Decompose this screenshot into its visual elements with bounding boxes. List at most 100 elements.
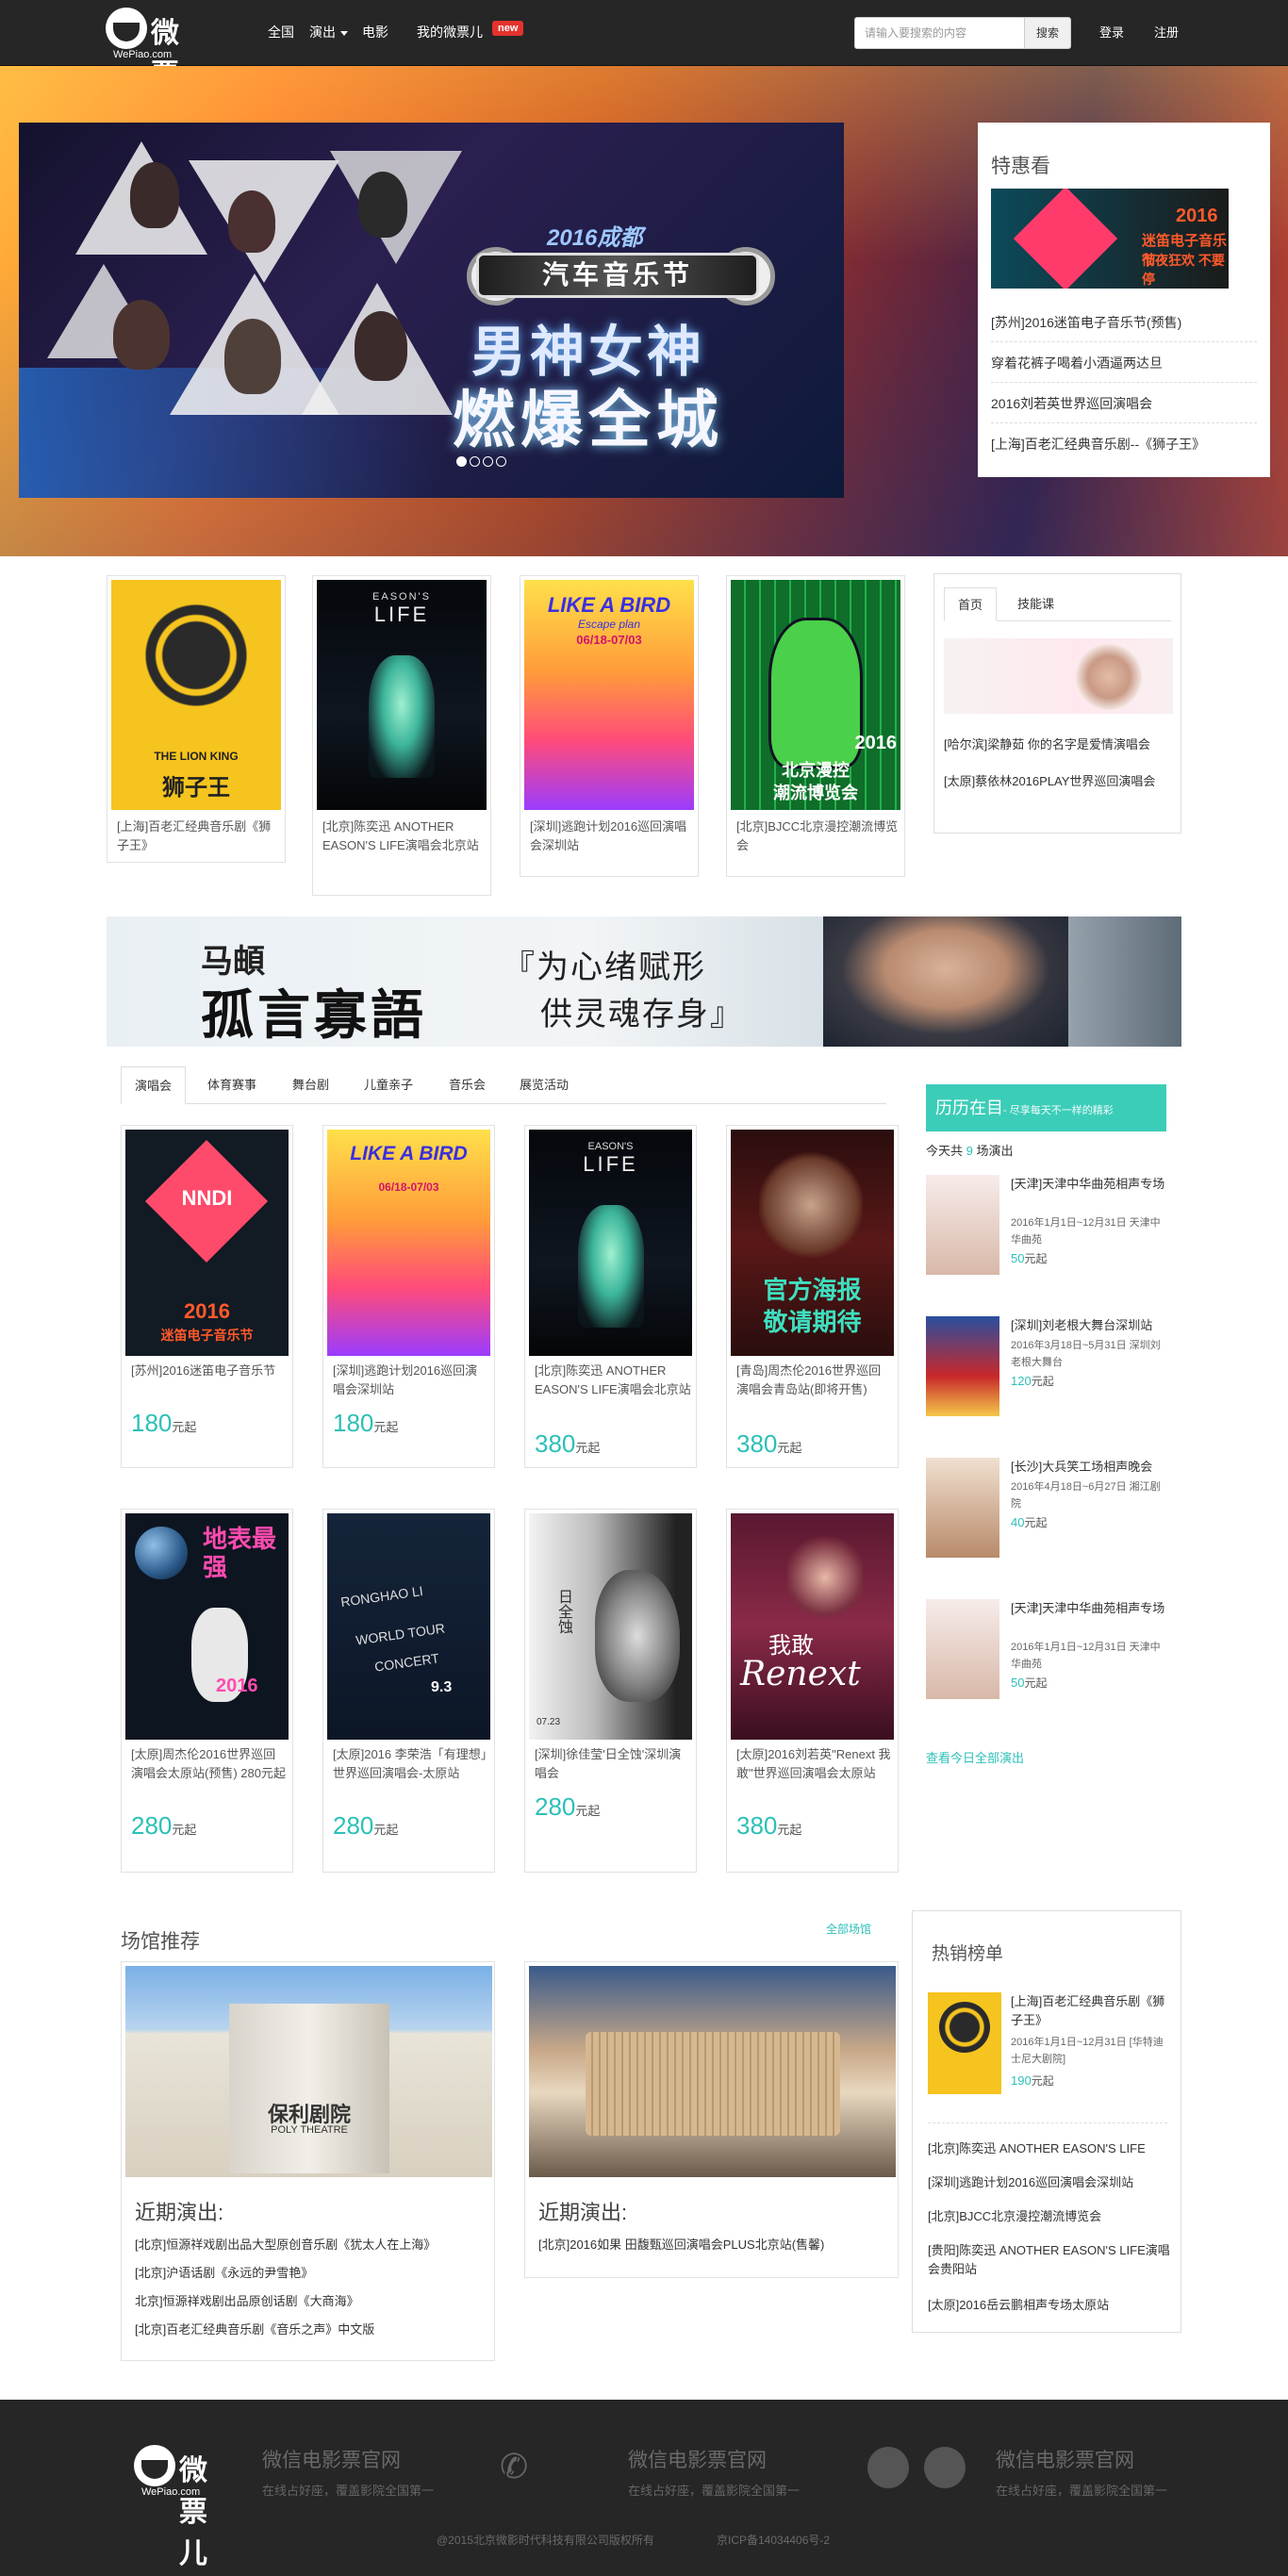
- tab-kids[interactable]: 儿童亲子: [351, 1066, 426, 1104]
- show-card-caption: [北京]BJCC北京漫控潮流博览会: [736, 819, 899, 852]
- poster-renext: Renext 我敢: [731, 1513, 894, 1740]
- show-card[interactable]: 日全蚀 07.23 [深圳]徐佳莹'日全蚀'深圳演唱会 280元起: [524, 1509, 697, 1873]
- special-item[interactable]: [上海]百老汇经典音乐剧--《狮子王》: [991, 423, 1257, 463]
- weibo-icon[interactable]: [924, 2447, 966, 2488]
- banner-slogan-2: 供灵魂存身』: [540, 996, 744, 1033]
- hero-slide[interactable]: 2016成都 汽车音乐节 男神女神 燃爆全城: [19, 123, 844, 498]
- side-tab-item[interactable]: [太原]蔡依林2016PLAY世界巡回演唱会: [944, 772, 1173, 791]
- hot-top-price-unit: 元起: [1031, 2074, 1054, 2088]
- today-item-title: [长沙]大兵笑工场相声晚会: [1011, 1460, 1153, 1474]
- side-tab-image[interactable]: [944, 638, 1173, 714]
- banner-album: 孤言寡語: [201, 984, 427, 1047]
- hot-list-item[interactable]: [北京]BJCC北京漫控潮流博览会: [928, 2207, 1173, 2226]
- hot-top-image[interactable]: [928, 1992, 1001, 2094]
- tab-concert[interactable]: 演唱会: [121, 1066, 187, 1104]
- today-item-price-unit: 元起: [1024, 1676, 1048, 1690]
- today-item[interactable]: [长沙]大兵笑工场相声晚会 2016年4月18日~6月27日 湘江剧院 40元起: [926, 1458, 1166, 1561]
- show-card-caption: [深圳]逃跑计划2016巡回演唱会深圳站: [530, 819, 687, 852]
- nav-city-select[interactable]: 全国: [268, 23, 294, 41]
- earth-shape: [135, 1527, 188, 1579]
- show-card[interactable]: 地表最强 2016 [太原]周杰伦2016世界巡回演唱会太原站(预售) 280元…: [121, 1509, 293, 1873]
- special-item[interactable]: 2016刘若英世界巡回演唱会: [991, 383, 1257, 423]
- search-input[interactable]: 请输入要搜索的内容: [854, 17, 1026, 49]
- nav-my-account[interactable]: 我的微票儿: [417, 23, 483, 41]
- site-logo[interactable]: 微票儿 WePiao.com: [106, 8, 209, 133]
- tab-exhibition[interactable]: 展览活动: [506, 1066, 582, 1104]
- artist-photo: [228, 190, 275, 253]
- venue-show-item[interactable]: [北京]沪语话剧《永远的尹雪艳》: [135, 2264, 313, 2283]
- show-price: 280元起: [333, 1811, 398, 1841]
- show-card[interactable]: NNDI 2016 迷笛电子音乐节 [苏州]2016迷笛电子音乐节 180元起: [121, 1125, 293, 1468]
- show-price: 380元起: [535, 1429, 600, 1459]
- search-button[interactable]: 搜索: [1024, 17, 1071, 49]
- slider-dot[interactable]: [470, 456, 480, 467]
- hot-list-item[interactable]: [深圳]逃跑计划2016巡回演唱会深圳站: [928, 2173, 1173, 2192]
- phone-icon: ✆: [500, 2447, 529, 2485]
- hot-list-item[interactable]: [贵阳]陈奕迅 ANOTHER EASON'S LIFE演唱会贵阳站: [928, 2241, 1173, 2279]
- new-badge: new: [492, 21, 524, 36]
- show-card[interactable]: 官方海报 敬请期待 [青岛]周杰伦2016世界巡回演唱会青岛站(即将开售) 38…: [726, 1125, 899, 1468]
- logo-face-icon: [106, 8, 147, 49]
- poster-text: 06/18-07/03: [378, 1181, 439, 1194]
- special-item[interactable]: 穿着花裤子喝着小酒逼两达旦: [991, 342, 1257, 383]
- show-price: 280元起: [535, 1792, 600, 1822]
- venue-card[interactable]: 近期演出: [北京]2016如果 田馥甄巡回演唱会PLUS北京站(售馨): [524, 1961, 899, 2278]
- show-card[interactable]: LIKE A BIRD 06/18-07/03 [深圳]逃跑计划2016巡回演唱…: [322, 1125, 495, 1468]
- logo-face-icon: [134, 2445, 175, 2486]
- special-promo-image[interactable]: 2016 迷笛电子音乐节 彻夜狂欢 不要停: [991, 189, 1229, 289]
- show-card[interactable]: THE LION KING 狮子王 [上海]百老汇经典音乐剧《狮子王》: [107, 575, 286, 863]
- hot-list-item[interactable]: [北京]陈奕迅 ANOTHER EASON'S LIFE: [928, 2139, 1173, 2158]
- wechat-icon[interactable]: [867, 2447, 909, 2488]
- all-venues-link[interactable]: 全部场馆: [826, 1921, 871, 1937]
- show-card[interactable]: 2016 北京漫控 潮流博览会 [北京]BJCC北京漫控潮流博览会: [726, 575, 905, 877]
- poster-text: LIFE: [373, 603, 430, 626]
- today-item[interactable]: [天津]天津中华曲苑相声专场 2016年1月1日~12月31日 天津中华曲苑 5…: [926, 1599, 1166, 1703]
- poster-text: EASON'S: [372, 591, 431, 603]
- today-item[interactable]: [天津]天津中华曲苑相声专场 2016年1月1日~12月31日 天津中华曲苑 5…: [926, 1175, 1166, 1279]
- hot-list-item[interactable]: [太原]2016岳云鹏相声专场太原站: [928, 2296, 1173, 2315]
- special-item[interactable]: [苏州]2016迷笛电子音乐节(预售): [991, 302, 1257, 342]
- side-tab-item[interactable]: [哈尔滨]梁静茹 你的名字是爱情演唱会: [944, 735, 1173, 752]
- show-price-unit: 元起: [575, 1804, 601, 1818]
- footer-col-title: 微信电影票官网: [628, 2450, 767, 2471]
- today-item[interactable]: [深圳]刘老根大舞台深圳站 2016年3月18日~5月31日 深圳刘老根大舞台 …: [926, 1316, 1166, 1420]
- footer-logo[interactable]: 微票儿 WePiao.com: [134, 2445, 238, 2570]
- venue-image-arena: [529, 1966, 896, 2177]
- venue-card[interactable]: 保利剧院 POLY THEATRE 近期演出: [北京]恒源祥戏剧出品大型原创音…: [121, 1961, 495, 2361]
- show-card[interactable]: Renext 我敢 [太原]2016刘若英"Renext 我敢"世界巡回演唱会太…: [726, 1509, 899, 1873]
- poster-jay-world: 地表最强 2016: [125, 1513, 289, 1740]
- tab-skills[interactable]: 技能课: [1004, 587, 1067, 621]
- venue-show-item[interactable]: 北京]恒源祥戏剧出品原创话剧《大商海》: [135, 2292, 359, 2311]
- lion-mark: [138, 597, 255, 714]
- show-price-value: 380: [736, 1811, 778, 1840]
- venue-show-item[interactable]: [北京]2016如果 田馥甄巡回演唱会PLUS北京站(售馨): [538, 2236, 824, 2254]
- promo-sub: 彻夜狂欢 不要停: [1142, 253, 1225, 287]
- show-price: 380元起: [736, 1429, 801, 1459]
- slider-dot[interactable]: [483, 456, 493, 467]
- poster-text: 潮流博览会: [773, 784, 858, 802]
- artist-photo: [224, 319, 281, 394]
- tab-home[interactable]: 首页: [944, 587, 998, 621]
- icp-number[interactable]: 京ICP备14034406号-2: [717, 2532, 830, 2548]
- poster-text: 2016: [216, 1676, 258, 1696]
- poster-bjcc: 2016 北京漫控 潮流博览会: [731, 580, 900, 810]
- login-link[interactable]: 登录: [1099, 23, 1124, 41]
- show-card[interactable]: LIKE A BIRD Escape plan 06/18-07/03 [深圳]…: [520, 575, 699, 877]
- tab-sports[interactable]: 体育赛事: [194, 1066, 270, 1104]
- venue-show-item[interactable]: [北京]恒源祥戏剧出品大型原创音乐剧《犹太人在上海》: [135, 2236, 436, 2254]
- nav-movies[interactable]: 电影: [362, 23, 388, 41]
- show-card[interactable]: EASON'S LIFE [北京]陈奕迅 ANOTHER EASON'S LIF…: [312, 575, 491, 896]
- venue-show-item[interactable]: [北京]百老汇经典音乐剧《音乐之声》中文版: [135, 2320, 374, 2339]
- hot-top-title[interactable]: [上海]百老汇经典音乐剧《狮子王》: [1011, 1992, 1173, 2030]
- nav-shows-dropdown[interactable]: 演出: [309, 23, 348, 41]
- artist-banner[interactable]: 马頔 孤言寡語 『为心绪赋形 供灵魂存身』: [107, 916, 1181, 1047]
- register-link[interactable]: 注册: [1154, 23, 1179, 41]
- slider-dot[interactable]: [496, 456, 506, 467]
- tab-stage[interactable]: 舞台剧: [279, 1066, 342, 1104]
- tab-music[interactable]: 音乐会: [436, 1066, 499, 1104]
- today-more-link[interactable]: 查看今日全部演出: [926, 1748, 1024, 1766]
- poster-text: 官方海报: [763, 1276, 862, 1304]
- slider-dot[interactable]: [456, 456, 467, 467]
- show-card[interactable]: RONGHAO LI WORLD TOUR CONCERT 9.3 [太原]20…: [322, 1509, 495, 1873]
- show-card[interactable]: EASON'S LIFE [北京]陈奕迅 ANOTHER EASON'S LIF…: [524, 1125, 697, 1468]
